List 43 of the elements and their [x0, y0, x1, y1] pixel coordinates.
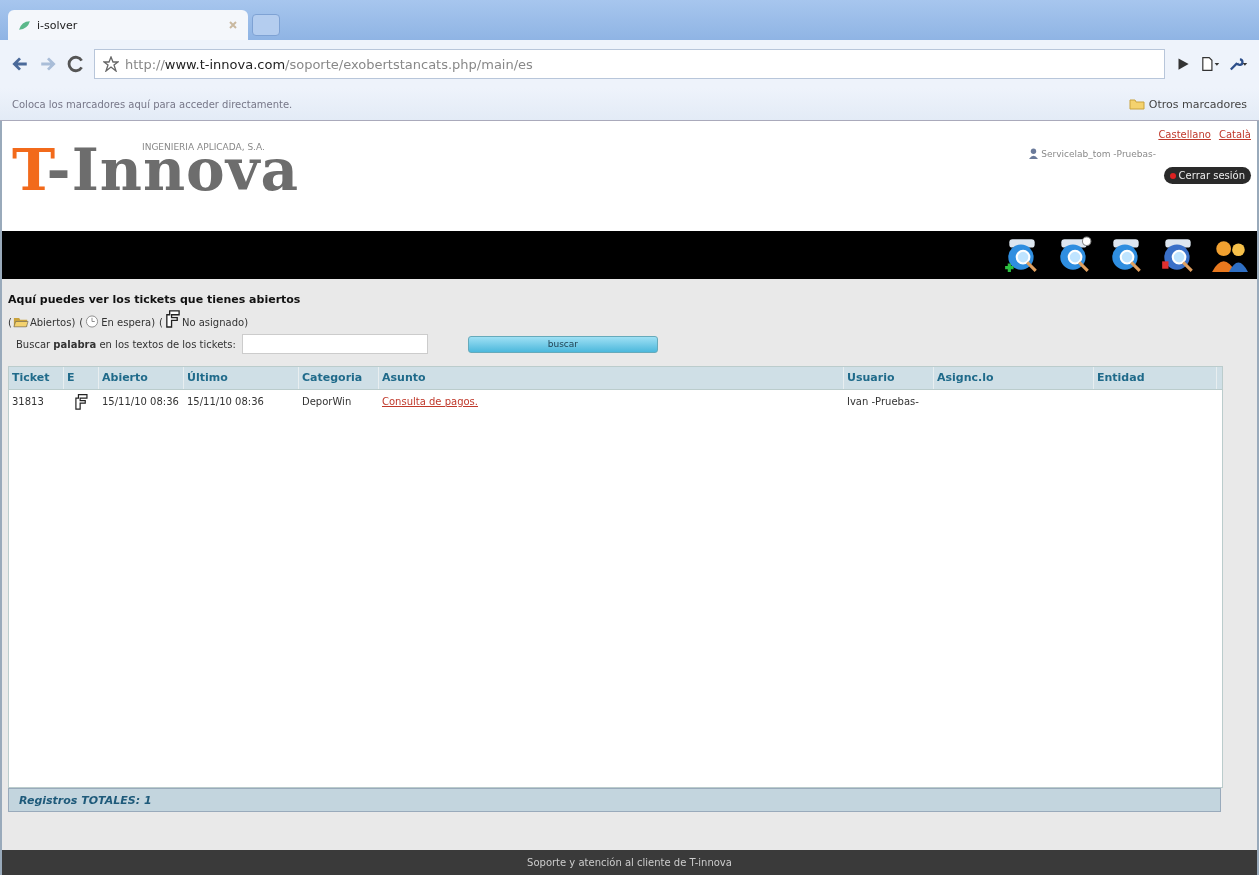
back-icon[interactable]: [10, 55, 30, 73]
column-header[interactable]: Abierto: [99, 367, 184, 389]
table-cell-text: Ivan -Pruebas-: [846, 394, 920, 409]
column-header[interactable]: Último: [184, 367, 299, 389]
leaf-icon: [18, 18, 31, 32]
browser-tab[interactable]: i-solver: [8, 10, 248, 40]
logout-button[interactable]: Cerrar sesión: [1163, 167, 1251, 184]
column-header[interactable]: Entidad: [1094, 367, 1217, 389]
legend-label: No asignado): [181, 317, 249, 328]
address-bar[interactable]: http://www.t-innova.com/soporte/exobertstancats.php/main/es: [94, 49, 1165, 79]
other-bookmarks[interactable]: Otros marcadores: [1128, 97, 1247, 111]
search-field[interactable]: [241, 334, 428, 354]
page-menu-icon[interactable]: [1201, 55, 1221, 73]
user-name: Servicelab_tom -Pruebas-: [1041, 148, 1156, 159]
language-link[interactable]: Castellano: [1158, 129, 1211, 140]
column-header[interactable]: Asunto: [379, 367, 844, 389]
column-header[interactable]: Asignc.lo: [934, 367, 1094, 389]
bookmarks-hint: Coloca los marcadores aquí para acceder directamente.: [12, 98, 293, 110]
column-header[interactable]: Ticket: [9, 367, 64, 389]
table-cell-text: 15/11/10 08:36: [186, 394, 265, 409]
parenthesis: (: [8, 317, 12, 328]
star-icon[interactable]: [103, 56, 119, 72]
clock-icon: [84, 315, 101, 328]
parenthesis: (: [79, 317, 84, 328]
footer: Soporte y atención al cliente de T-innova: [2, 850, 1257, 875]
user-icon: [1029, 148, 1039, 159]
table-cell-text: DeporWin: [301, 394, 353, 409]
table-cell-text: 31813: [11, 394, 45, 409]
search-button[interactable]: buscar: [467, 335, 658, 353]
ticket-subject-link[interactable]: Consulta de pagos.: [382, 395, 478, 407]
search-label: Buscar palabra en los textos de los tickets:: [16, 338, 236, 350]
legend-label: Abiertos): [29, 317, 76, 328]
column-header[interactable]: Categoria: [299, 367, 379, 389]
language-link[interactable]: Català: [1218, 129, 1251, 140]
column-header[interactable]: Usuario: [844, 367, 934, 389]
column-header[interactable]: E: [64, 367, 99, 389]
folder-icon: [1128, 98, 1145, 110]
table-cell-text: 15/11/10 08:36: [101, 394, 180, 409]
page-heading: Aquí puedes ver los tickets que tienes abiertos: [8, 293, 302, 306]
open-folder-icon: [12, 315, 29, 328]
legend-label: En espera): [101, 317, 156, 328]
totals-bar: Registros TOTALES: 1: [8, 788, 1221, 812]
parenthesis: (: [159, 317, 163, 328]
